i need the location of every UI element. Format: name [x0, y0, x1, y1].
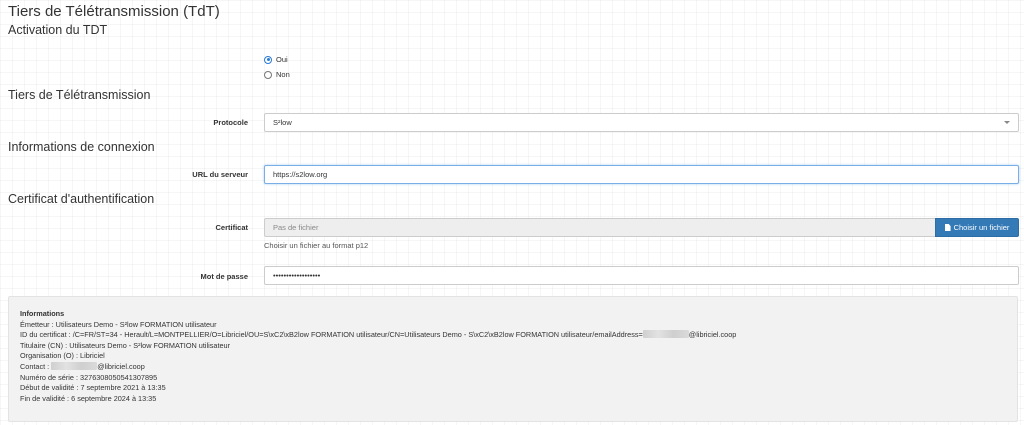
info-contact: Contact : @libriciel.coop	[20, 361, 1006, 373]
choose-file-label: Choisir un fichier	[953, 223, 1010, 232]
heading-activation: Activation du TDT	[8, 23, 108, 37]
info-id: ID du certificat : /C=FR/ST=34 - Herault…	[20, 330, 1006, 341]
info-title: Informations	[20, 309, 65, 318]
password-label: Mot de passe	[200, 272, 248, 281]
certificate-file-input[interactable]: Pas de fichier	[264, 218, 935, 237]
heading-tdt: Tiers de Télétransmission	[8, 88, 151, 102]
url-label: URL du serveur	[192, 170, 248, 179]
redacted-contact	[51, 361, 98, 370]
info-id-suffix: @libriciel.coop	[688, 330, 737, 340]
radio-non-label: Non	[276, 70, 290, 79]
certificate-help: Choisir un fichier au format p12	[264, 241, 369, 250]
info-start: Début de validité : 7 septembre 2021 à 1…	[20, 383, 166, 393]
certificate-info-panel: Informations Émetteur : Utilisateurs Dem…	[8, 296, 1018, 422]
radio-oui-label: Oui	[276, 55, 288, 64]
info-emetteur: Émetteur : Utilisateurs Demo - S²low FOR…	[20, 319, 217, 329]
info-contact-suffix: @libriciel.coop	[97, 361, 145, 371]
heading-connection: Informations de connexion	[8, 140, 155, 154]
info-serial: Numéro de série : 3276308050541307895	[20, 372, 158, 382]
protocol-value: S²low	[273, 118, 292, 127]
radio-oui[interactable]: Oui	[264, 55, 288, 64]
password-value: ••••••••••••••••••	[273, 271, 321, 280]
radio-non[interactable]: Non	[264, 70, 290, 79]
url-input[interactable]: https://s2low.org	[264, 165, 1019, 184]
info-titulaire: Titulaire (CN) : Utilisateurs Demo - S²l…	[20, 340, 231, 350]
radio-non-indicator[interactable]	[264, 70, 272, 79]
info-id-prefix: ID du certificat : /C=FR/ST=34 - Herault…	[20, 330, 643, 340]
redacted-email	[642, 330, 689, 339]
choose-file-button[interactable]: Choisir un fichier	[935, 218, 1019, 237]
url-value: https://s2low.org	[273, 170, 328, 179]
chevron-down-icon	[1004, 121, 1010, 124]
file-icon	[944, 224, 951, 231]
protocol-select[interactable]: S²low	[264, 113, 1019, 132]
info-organisation: Organisation (O) : Libriciel	[20, 351, 105, 361]
radio-oui-indicator[interactable]	[264, 55, 272, 64]
info-end: Fin de validité : 6 septembre 2024 à 13:…	[20, 393, 157, 403]
protocol-label: Protocole	[213, 118, 248, 127]
password-input[interactable]: ••••••••••••••••••	[264, 266, 1019, 285]
file-placeholder: Pas de fichier	[273, 223, 319, 232]
page-title: Tiers de Télétransmission (TdT)	[8, 3, 220, 20]
certificate-label: Certificat	[215, 223, 248, 232]
heading-certificate: Certificat d'authentification	[8, 192, 155, 206]
info-contact-prefix: Contact :	[20, 361, 52, 371]
